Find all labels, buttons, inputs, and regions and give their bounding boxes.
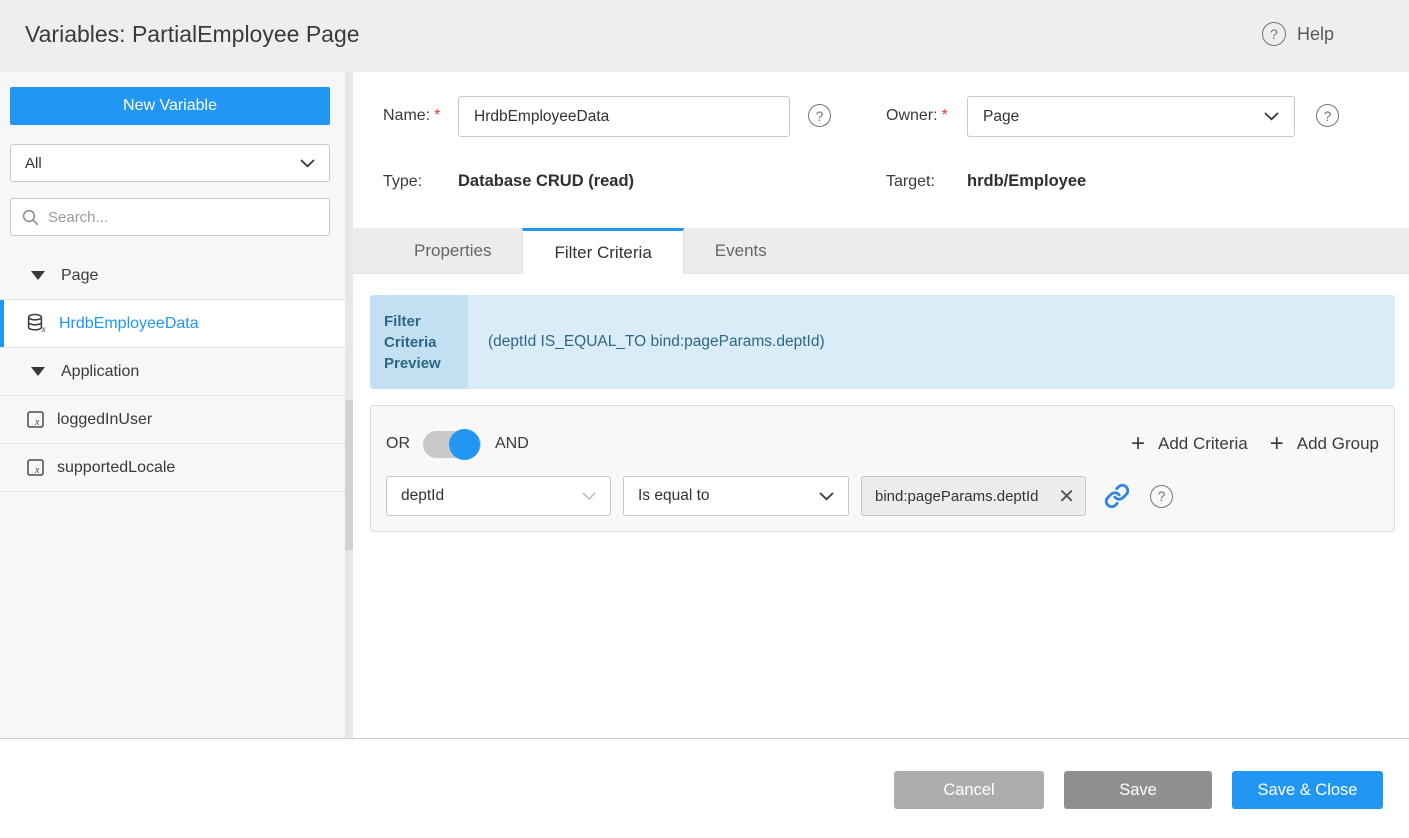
collapse-triangle-icon[interactable]: [31, 271, 45, 280]
svg-text:x: x: [34, 465, 40, 476]
or-and-toggle[interactable]: [423, 431, 481, 458]
tab-events[interactable]: Events: [684, 228, 798, 274]
toggle-knob: [449, 429, 480, 460]
svg-text:x: x: [34, 417, 40, 428]
criteria-operator-select[interactable]: Is equal to: [623, 476, 849, 516]
search-input[interactable]: [48, 209, 318, 226]
variable-filter-value: All: [25, 155, 42, 172]
chevron-down-icon: [1264, 112, 1279, 121]
help-question-icon: ?: [1262, 22, 1286, 46]
chevron-down-icon: [819, 492, 834, 501]
bound-value-text: bind:pageParams.deptId: [875, 488, 1056, 505]
svg-text:x: x: [41, 325, 47, 334]
new-variable-button[interactable]: New Variable: [10, 87, 330, 125]
and-label: AND: [495, 435, 529, 453]
help-label: Help: [1297, 24, 1334, 45]
owner-help-icon[interactable]: ?: [1316, 104, 1339, 127]
sidebar-group-page[interactable]: Page: [0, 252, 345, 300]
criteria-row: deptId Is equal to bind:pageParams.deptI…: [386, 476, 1379, 516]
type-label: Type:: [383, 173, 422, 191]
owner-select[interactable]: Page: [967, 96, 1295, 137]
dialog-header: Variables: PartialEmployee Page ? Help: [0, 0, 1409, 72]
tab-bar: Properties Filter Criteria Events: [353, 228, 1409, 274]
sidebar-item-supportedlocale[interactable]: x supportedLocale: [0, 444, 345, 492]
search-icon: [22, 209, 39, 226]
save-button[interactable]: Save: [1064, 771, 1212, 809]
tab-properties[interactable]: Properties: [383, 228, 522, 274]
owner-label: Owner:*: [886, 107, 948, 125]
add-group-button[interactable]: + Add Group: [1270, 432, 1379, 456]
help-button[interactable]: ? Help: [1262, 22, 1334, 46]
chevron-down-icon: [582, 492, 596, 501]
criteria-group-box: OR AND + Add Criteria + Add Group deptId: [370, 405, 1395, 532]
static-variable-icon: x: [26, 410, 46, 430]
sidebar-item-hrdbemployeedata[interactable]: x HrdbEmployeeData: [0, 300, 345, 348]
chevron-down-icon: [300, 159, 315, 168]
variable-filter-select[interactable]: All: [10, 144, 330, 182]
variables-sidebar: New Variable All Page: [0, 72, 345, 738]
criteria-help-icon[interactable]: ?: [1150, 485, 1173, 508]
plus-icon: +: [1270, 432, 1284, 456]
owner-value: Page: [983, 108, 1019, 126]
required-asterisk: *: [942, 107, 948, 124]
filter-criteria-preview: Filter Criteria Preview (deptId IS_EQUAL…: [370, 295, 1395, 389]
variables-dialog: Variables: PartialEmployee Page ? Help N…: [0, 0, 1409, 838]
required-asterisk: *: [434, 107, 440, 124]
variable-search[interactable]: [10, 198, 330, 236]
logic-row: OR AND + Add Criteria + Add Group: [386, 428, 1379, 460]
criteria-field-value: deptId: [401, 487, 444, 505]
variable-list: Page x HrdbEmployeeData Application: [0, 252, 345, 492]
or-label: OR: [386, 435, 410, 453]
save-and-close-button[interactable]: Save & Close: [1232, 771, 1383, 809]
target-value: hrdb/Employee: [967, 172, 1086, 191]
static-variable-icon: x: [26, 458, 46, 478]
collapse-triangle-icon[interactable]: [31, 367, 45, 376]
criteria-operator-value: Is equal to: [638, 487, 710, 505]
preview-expression: (deptId IS_EQUAL_TO bind:pageParams.dept…: [468, 295, 1395, 389]
add-criteria-button[interactable]: + Add Criteria: [1131, 432, 1248, 456]
cancel-button[interactable]: Cancel: [894, 771, 1044, 809]
database-variable-icon: x: [26, 313, 48, 334]
criteria-value-chip[interactable]: bind:pageParams.deptId ✕: [861, 476, 1086, 516]
sidebar-item-loggedinuser[interactable]: x loggedInUser: [0, 396, 345, 444]
dialog-footer: Cancel Save Save & Close: [0, 739, 1409, 838]
variable-detail-panel: Name:* ? Owner:* Page ? Type: Database C…: [353, 72, 1409, 738]
plus-icon: +: [1131, 432, 1145, 456]
target-label: Target:: [886, 173, 935, 191]
name-help-icon[interactable]: ?: [808, 104, 831, 127]
name-input[interactable]: [458, 96, 790, 137]
dialog-title: Variables: PartialEmployee Page: [25, 21, 360, 48]
bind-link-icon[interactable]: [1104, 483, 1130, 509]
type-value: Database CRUD (read): [458, 172, 634, 191]
tab-filter-criteria[interactable]: Filter Criteria: [522, 228, 683, 274]
preview-label: Filter Criteria Preview: [370, 295, 468, 389]
criteria-field-select[interactable]: deptId: [386, 476, 611, 516]
sidebar-scrollbar[interactable]: [345, 400, 353, 550]
sidebar-group-application[interactable]: Application: [0, 348, 345, 396]
name-label: Name:*: [383, 107, 440, 125]
remove-binding-icon[interactable]: ✕: [1056, 484, 1077, 509]
